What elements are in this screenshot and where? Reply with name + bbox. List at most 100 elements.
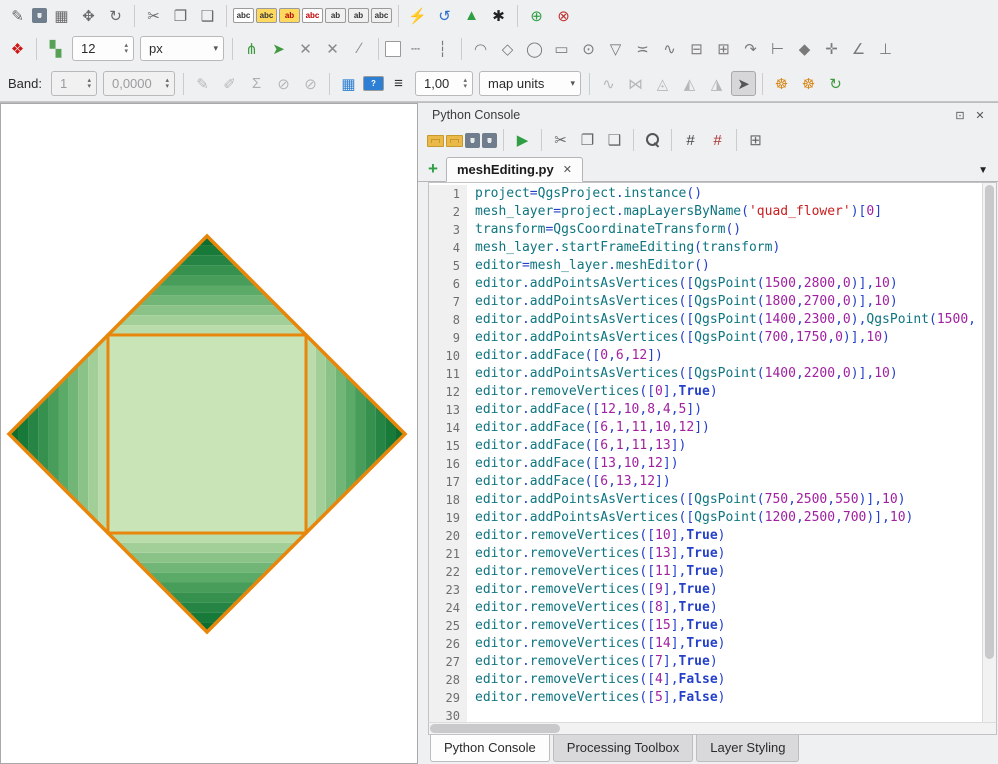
open-script-icon[interactable] [427, 135, 444, 147]
rotate-tool-icon[interactable]: ↷ [738, 36, 763, 61]
code-line[interactable]: 30 [429, 707, 982, 722]
merge-faces-icon[interactable]: ◬ [650, 71, 675, 96]
current-edits-icon[interactable]: ✎ [5, 3, 30, 28]
refresh-map-icon[interactable]: ↺ [432, 3, 457, 28]
offset-curve-icon[interactable]: ≍ [630, 36, 655, 61]
angle-constraint-icon[interactable]: ∠ [846, 36, 871, 61]
perpendicular-icon[interactable]: ⊥ [873, 36, 898, 61]
cut-icon[interactable]: ✂ [548, 128, 573, 153]
qgis-style-manager-icon[interactable]: ❖ [5, 36, 30, 61]
code-line[interactable]: 8editor.addPointsAsVertices([QgsPoint(14… [429, 311, 982, 329]
band-spinbox[interactable]: 1 ▴▾ [51, 71, 97, 96]
polygon-tool-icon[interactable]: ▽ [603, 36, 628, 61]
font-size-spinbox[interactable]: 12 ▴▾ [72, 36, 134, 61]
float-panel-icon[interactable]: ⊡ [952, 107, 968, 123]
active-mesh-tool-icon[interactable]: ➤ [731, 71, 756, 96]
open-in-external-editor-icon[interactable] [446, 135, 463, 147]
sum-z-icon[interactable]: Σ [244, 71, 269, 96]
clear-all-icon[interactable]: ✕ [320, 36, 345, 61]
code-line[interactable]: 28editor.removeVertices([4],False) [429, 671, 982, 689]
bottom-tab-layer-styling[interactable]: Layer Styling [696, 735, 799, 762]
arc-tool-icon[interactable]: ◠ [468, 36, 493, 61]
pin-labels-icon[interactable]: ab [279, 8, 300, 23]
split-faces-icon[interactable]: ◭ [677, 71, 702, 96]
change-label-icon[interactable]: abc [371, 8, 392, 23]
cut-features-icon[interactable]: ✂ [141, 3, 166, 28]
vertex-marker-icon[interactable]: ◆ [792, 36, 817, 61]
move-feature-icon[interactable]: ✥ [76, 3, 101, 28]
force-by-lines-icon[interactable]: ∿ [596, 71, 621, 96]
diagonal-tool-icon[interactable]: ∕ [347, 36, 372, 61]
map-canvas[interactable] [0, 103, 418, 764]
code-line[interactable]: 15editor.addFace([6,1,11,13]) [429, 437, 982, 455]
code-line[interactable]: 16editor.addFace([13,10,12]) [429, 455, 982, 473]
mesh-options-icon[interactable]: ☸ [769, 71, 794, 96]
new-tab-button[interactable]: + [428, 159, 446, 181]
blank-style-icon[interactable] [385, 41, 401, 57]
font-units-dropdown[interactable]: px ▾ [140, 36, 224, 61]
code-line[interactable]: 9editor.addPointsAsVertices([QgsPoint(70… [429, 329, 982, 347]
digitize-mesh-icon[interactable]: ✎ [190, 71, 215, 96]
remove-vertices-icon[interactable]: ⊘ [271, 71, 296, 96]
manage-plugins-icon[interactable]: ⊗ [551, 3, 576, 28]
spin-down-icon[interactable]: ▾ [124, 49, 128, 55]
code-line[interactable]: 10editor.addFace([0,6,12]) [429, 347, 982, 365]
code-line[interactable]: 5editor=mesh_layer.meshEditor() [429, 257, 982, 275]
horizontal-scrollbar-thumb[interactable] [430, 724, 560, 733]
code-line[interactable]: 7editor.addPointsAsVertices([QgsPoint(18… [429, 293, 982, 311]
tab-list-icon[interactable]: ▼ [978, 165, 988, 181]
layer-labeling-icon[interactable]: abc [233, 8, 254, 23]
save-icon[interactable] [465, 133, 480, 148]
mesh-digitizing-icon[interactable]: ▦ [336, 71, 361, 96]
code-line[interactable]: 24editor.removeVertices([8],True) [429, 599, 982, 617]
find-text-icon[interactable] [640, 128, 665, 153]
code-line[interactable]: 3transform=QgsCoordinateTransform() [429, 221, 982, 239]
copy-features-icon[interactable]: ❐ [168, 3, 193, 28]
debug-tools-icon[interactable]: ✱ [486, 3, 511, 28]
code-line[interactable]: 18editor.addPointsAsVertices([QgsPoint(7… [429, 491, 982, 509]
code-line[interactable]: 20editor.removeVertices([10],True) [429, 527, 982, 545]
code-line[interactable]: 29editor.removeVertices([5],False) [429, 689, 982, 707]
width-spinbox[interactable]: 1,00 ▴▾ [415, 71, 473, 96]
band-spin-down-icon[interactable]: ▾ [87, 84, 91, 90]
ellipse-tool-icon[interactable]: ⊙ [576, 36, 601, 61]
reshape-tool-icon[interactable]: ∿ [657, 36, 682, 61]
map-units-dropdown[interactable]: map units ▾ [479, 71, 581, 96]
install-plugin-icon[interactable]: ⊕ [524, 3, 549, 28]
grass-tools-icon[interactable]: ▲ [459, 3, 484, 28]
rotate-feature-icon[interactable]: ↻ [103, 3, 128, 28]
code-line[interactable]: 22editor.removeVertices([11],True) [429, 563, 982, 581]
clear-selection-icon[interactable]: ✕ [293, 36, 318, 61]
code-line[interactable]: 21editor.removeVertices([13],True) [429, 545, 982, 563]
bottom-tab-python-console[interactable]: Python Console [430, 735, 550, 762]
highlight-labels-icon[interactable]: abc [302, 8, 323, 23]
code-line[interactable]: 26editor.removeVertices([14],True) [429, 635, 982, 653]
save-as-icon[interactable] [482, 133, 497, 148]
code-line[interactable]: 1project=QgsProject.instance() [429, 185, 982, 203]
tab-close-icon[interactable]: ✕ [563, 163, 572, 176]
remove-faces-icon[interactable]: ⊘ [298, 71, 323, 96]
code-line[interactable]: 6editor.addPointsAsVertices([QgsPoint(15… [429, 275, 982, 293]
trim-extend-icon[interactable]: ⊢ [765, 36, 790, 61]
refine-faces-icon[interactable]: ◮ [704, 71, 729, 96]
move-label-icon[interactable]: ab [325, 8, 346, 23]
close-panel-icon[interactable]: ✕ [972, 107, 988, 123]
diamond-tool-icon[interactable]: ◇ [495, 36, 520, 61]
uncomment-icon[interactable]: # [705, 128, 730, 153]
object-inspector-icon[interactable]: ⊞ [743, 128, 768, 153]
stack-lines-icon[interactable]: ≡ [386, 71, 411, 96]
vertex-tool-icon[interactable]: ▦ [49, 3, 74, 28]
select-mesh-elements-icon[interactable]: ✐ [217, 71, 242, 96]
code-line[interactable]: 19editor.addPointsAsVertices([QgsPoint(1… [429, 509, 982, 527]
code-line[interactable]: 4mesh_layer.startFrameEditing(transform) [429, 239, 982, 257]
bottom-tab-processing-toolbox[interactable]: Processing Toolbox [553, 735, 694, 762]
flip-edges-icon[interactable]: ⋈ [623, 71, 648, 96]
width-spin-down-icon[interactable]: ▾ [463, 84, 467, 90]
code-line[interactable]: 17editor.addFace([6,13,12]) [429, 473, 982, 491]
dash-vertical-icon[interactable]: ┆ [430, 36, 455, 61]
merge-features-icon[interactable]: ⊞ [711, 36, 736, 61]
snapping-grid-icon[interactable]: ▚ [43, 36, 68, 61]
identify-mesh-icon[interactable]: ? [363, 76, 384, 91]
z-spin-down-icon[interactable]: ▾ [165, 84, 169, 90]
code-line[interactable]: 11editor.addPointsAsVertices([QgsPoint(1… [429, 365, 982, 383]
